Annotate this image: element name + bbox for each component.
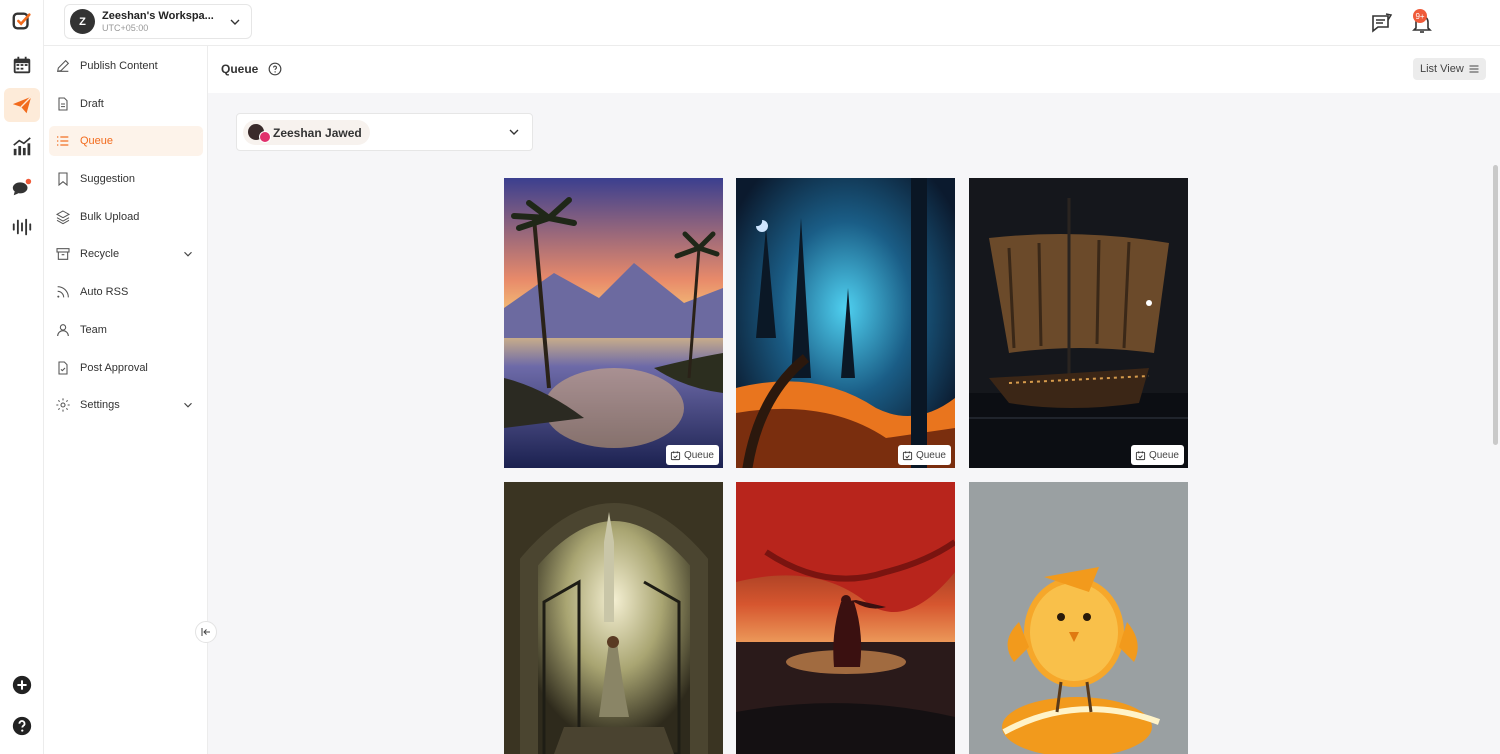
queue-status-badge: Queue (1130, 445, 1184, 465)
help-circle-icon[interactable] (268, 62, 282, 76)
sidebar-item-label: Draft (80, 98, 104, 110)
engage-nav[interactable] (4, 170, 40, 204)
queue-status-badge: Queue (665, 445, 719, 465)
document-icon (58, 97, 68, 111)
list-view-toggle[interactable]: List View (1413, 58, 1486, 80)
menu-icon (1469, 65, 1479, 73)
sidebar-item-suggestion[interactable]: Suggestion (49, 164, 203, 194)
post-card[interactable] (504, 482, 723, 754)
chevron-down-icon[interactable] (181, 247, 195, 261)
calendar-check-icon (670, 450, 681, 460)
post-image (969, 482, 1188, 754)
gear-icon (56, 398, 70, 412)
logo-icon (12, 12, 31, 30)
post-card[interactable]: Queue (736, 178, 955, 468)
user-icon (57, 324, 69, 337)
account-selector[interactable]: Zeeshan Jawed (236, 113, 533, 151)
post-image (504, 178, 723, 468)
chat-icon (12, 178, 32, 196)
sidebar-item-label: Queue (80, 135, 114, 147)
bookmark-icon (58, 172, 68, 187)
top-bar: Z Zeeshan's Workspa... UTC+05:00 9+ (44, 0, 1500, 46)
workspace-name: Zeeshan's Workspa... (102, 9, 214, 22)
file-check-icon (58, 361, 68, 375)
queue-status-label: Queue (1148, 449, 1179, 461)
messages-icon[interactable] (1370, 11, 1394, 35)
audio-wave-icon (12, 218, 32, 236)
calendar-nav[interactable] (4, 48, 40, 82)
layers-icon (55, 210, 71, 225)
account-chip: Zeeshan Jawed (243, 120, 370, 145)
notification-badge: 9+ (1413, 9, 1427, 23)
instagram-icon (259, 131, 271, 143)
collapse-sidebar-button[interactable] (195, 621, 217, 643)
post-card[interactable] (736, 482, 955, 754)
workspace-selector[interactable]: Z Zeeshan's Workspa... UTC+05:00 (64, 4, 252, 39)
sidebar-item-publish-content[interactable]: Publish Content (49, 51, 203, 81)
queue-status-label: Queue (915, 449, 946, 461)
queue-status-label: Queue (683, 449, 714, 461)
calendar-check-icon (902, 450, 913, 460)
page-header: Queue List View (208, 46, 1500, 93)
page-scrollbar[interactable] (1493, 165, 1498, 445)
sidebar-item-recycle[interactable]: Recycle (49, 239, 203, 269)
collapse-left-icon (201, 628, 210, 636)
app-logo[interactable] (4, 4, 40, 38)
workspace-timezone: UTC+05:00 (102, 22, 149, 33)
sidebar-item-label: Publish Content (80, 60, 158, 72)
chevron-down-icon[interactable] (181, 398, 195, 412)
post-card[interactable] (969, 482, 1188, 754)
calendar-check-icon (1135, 450, 1146, 460)
sidebar-item-bulk-upload[interactable]: Bulk Upload (49, 202, 203, 232)
sidebar-item-settings[interactable]: Settings (49, 390, 203, 420)
sidebar-item-post-approval[interactable]: Post Approval (49, 353, 203, 383)
sidebar: Publish Content Draft Queue Suggestion B… (44, 46, 208, 754)
sidebar-item-queue[interactable]: Queue (49, 126, 203, 156)
publish-nav[interactable] (4, 88, 40, 122)
post-card[interactable]: Queue (969, 178, 1188, 468)
chevron-down-icon (230, 19, 240, 25)
sidebar-item-label: Settings (80, 399, 120, 411)
post-card[interactable]: Queue (504, 178, 723, 468)
sidebar-item-label: Suggestion (80, 173, 136, 185)
sidebar-item-label: Auto RSS (80, 286, 129, 298)
add-button[interactable] (4, 668, 40, 702)
post-image (736, 178, 955, 468)
paper-plane-icon (12, 96, 32, 114)
app-rail (0, 0, 44, 754)
plus-circle-icon (12, 675, 32, 695)
analytics-nav[interactable] (4, 130, 40, 164)
account-name: Zeeshan Jawed (273, 125, 362, 140)
help-button[interactable] (4, 709, 40, 743)
sidebar-item-label: Recycle (80, 248, 120, 260)
queue-status-badge: Queue (897, 445, 951, 465)
list-icon (57, 136, 69, 146)
sidebar-item-draft[interactable]: Draft (49, 89, 203, 119)
question-circle-icon (12, 716, 32, 736)
sidebar-item-label: Team (80, 324, 107, 336)
listening-nav[interactable] (4, 210, 40, 244)
sidebar-item-auto-rss[interactable]: Auto RSS (49, 277, 203, 307)
page-title: Queue (221, 62, 259, 76)
sidebar-item-team[interactable]: Team (49, 315, 203, 345)
post-image (736, 482, 955, 754)
post-image (504, 482, 723, 754)
chevron-down-icon (509, 129, 519, 135)
bar-chart-icon (13, 137, 31, 156)
rss-icon (57, 286, 69, 298)
calendar-icon (13, 56, 31, 74)
post-image (969, 178, 1188, 468)
list-view-label: List View (1420, 63, 1464, 75)
workspace-avatar: Z (70, 9, 95, 34)
pencil-icon (56, 59, 70, 73)
sidebar-item-label: Bulk Upload (80, 211, 140, 223)
archive-icon (56, 248, 70, 260)
sidebar-item-label: Post Approval (80, 362, 148, 374)
